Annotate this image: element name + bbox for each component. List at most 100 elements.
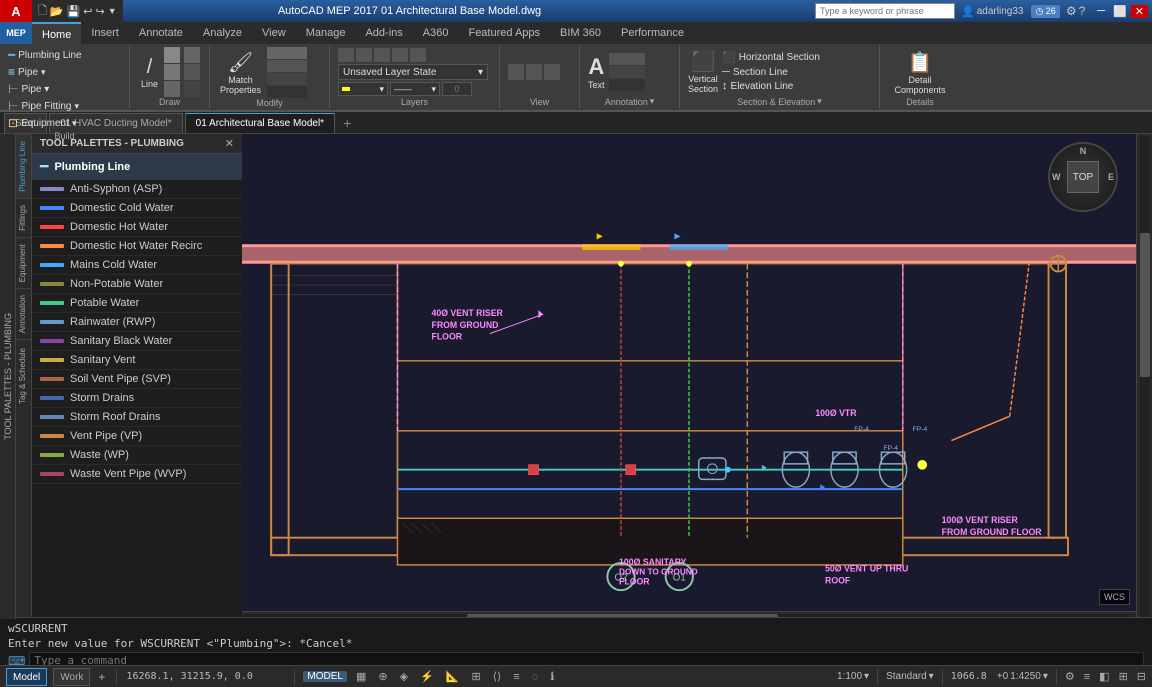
- view-btn1[interactable]: [508, 64, 524, 80]
- view-btn3[interactable]: [544, 64, 560, 80]
- mod-opt3[interactable]: [267, 73, 307, 85]
- palette-item[interactable]: Storm Roof Drains: [32, 408, 242, 427]
- work-tab[interactable]: Work: [53, 668, 90, 686]
- close-btn[interactable]: ✕: [1131, 5, 1148, 18]
- grid-btn[interactable]: ▦: [353, 670, 369, 683]
- palette-tab-annotation[interactable]: Annotation: [16, 288, 31, 339]
- model-tab[interactable]: Model: [6, 668, 47, 686]
- palette-item[interactable]: Non-Potable Water: [32, 275, 242, 294]
- annotation-scale-dropdown[interactable]: +0 1:4250▾: [997, 671, 1048, 682]
- ortho-btn[interactable]: ◈: [397, 670, 411, 683]
- mod-opt2[interactable]: [267, 60, 307, 72]
- minimize-btn[interactable]: ─: [1093, 5, 1109, 17]
- layer-combo2[interactable]: ▾: [338, 82, 388, 96]
- palette-item[interactable]: Mains Cold Water: [32, 256, 242, 275]
- model-space-btn[interactable]: MODEL: [303, 671, 347, 682]
- transparency-btn[interactable]: ◌: [529, 671, 542, 683]
- new-btn[interactable]: 🗋: [38, 2, 47, 21]
- detail-components-btn[interactable]: 📋 Detail Components: [894, 50, 945, 95]
- palette-item[interactable]: Domestic Hot Water Recirc: [32, 237, 242, 256]
- dyn-input-btn[interactable]: ⟨⟩: [490, 670, 505, 683]
- palette-item[interactable]: Waste (WP): [32, 446, 242, 465]
- palette-item[interactable]: Soil Vent Pipe (SVP): [32, 370, 242, 389]
- layer-btn4[interactable]: [392, 48, 408, 62]
- save-btn[interactable]: 💾: [67, 5, 81, 18]
- ribbon-tab-insert[interactable]: Insert: [81, 22, 129, 44]
- layer-combo3[interactable]: ——▾: [390, 82, 440, 96]
- palette-tab-equipment[interactable]: Equipment: [16, 237, 31, 288]
- ribbon-tab-featured[interactable]: Featured Apps: [458, 22, 550, 44]
- line-btn[interactable]: / Line: [139, 54, 160, 91]
- search-input[interactable]: [820, 6, 950, 16]
- pipe-fitting-btn[interactable]: ⊢ Pipe Fitting ▾: [6, 98, 123, 114]
- scale-dropdown[interactable]: 1:100▾: [837, 671, 869, 682]
- qa-dropdown[interactable]: ▼: [108, 6, 117, 16]
- section-elevation-dropdown-btn[interactable]: Section & Elevation ▾: [688, 96, 871, 107]
- redo-btn[interactable]: ↪: [95, 5, 104, 18]
- layer-btn3[interactable]: [374, 48, 390, 62]
- maximize-btn[interactable]: ⊞: [1119, 670, 1128, 683]
- palette-item[interactable]: Sanitary Vent: [32, 351, 242, 370]
- pipe-btn[interactable]: ≡ Pipe ▾: [6, 64, 123, 80]
- ann-opt1[interactable]: [609, 53, 645, 65]
- osnap-btn[interactable]: 📐: [443, 670, 463, 683]
- ann-opt3[interactable]: [609, 79, 645, 91]
- ribbon-tab-home[interactable]: Home: [32, 22, 81, 44]
- open-btn[interactable]: 📂: [50, 5, 64, 18]
- palette-tab-tag-schedule[interactable]: Tag & Schedule: [16, 339, 31, 412]
- draw-shapes-btn[interactable]: [164, 47, 180, 63]
- palette-tab-plumbing-line[interactable]: Plumbing Line: [16, 134, 31, 198]
- minimize-viewport-btn[interactable]: ⊟: [1137, 670, 1146, 683]
- ribbon-tab-performance[interactable]: Performance: [611, 22, 694, 44]
- match-props-btn[interactable]: 🖌 Match Properties: [218, 48, 263, 97]
- elevation-line-btn[interactable]: ↕ Elevation Line: [722, 80, 820, 92]
- layer-combo4[interactable]: 0: [442, 82, 472, 96]
- ribbon-tab-a360[interactable]: A360: [413, 22, 459, 44]
- new-tab-btn[interactable]: +: [337, 113, 357, 133]
- palette-item-plumbing-line-header[interactable]: ━ Plumbing Line: [32, 154, 242, 180]
- layout-btn[interactable]: ◧: [1099, 670, 1109, 683]
- ui-options-btn[interactable]: ≡: [1084, 671, 1090, 683]
- palette-close-btn[interactable]: ✕: [225, 137, 234, 150]
- ribbon-tab-view[interactable]: View: [252, 22, 296, 44]
- ribbon-tab-manage[interactable]: Manage: [296, 22, 356, 44]
- help-icon[interactable]: ?: [1079, 4, 1086, 18]
- search-box[interactable]: [815, 3, 955, 19]
- doc-tab-arch[interactable]: 01 Architectural Base Model*: [185, 113, 335, 133]
- layer-btn5[interactable]: [410, 48, 426, 62]
- draw-shapes3-btn[interactable]: [164, 81, 180, 97]
- app-button[interactable]: A: [0, 0, 32, 22]
- top-view-btn[interactable]: TOP: [1067, 161, 1099, 193]
- draw-opt3[interactable]: [184, 81, 200, 97]
- drawing-area[interactable]: O2 O1 40Ø VENT: [242, 134, 1136, 611]
- workspace-btn[interactable]: ⚙: [1065, 670, 1075, 683]
- palette-item[interactable]: Domestic Hot Water: [32, 218, 242, 237]
- palette-item[interactable]: Potable Water: [32, 294, 242, 313]
- palette-item[interactable]: Sanitary Black Water: [32, 332, 242, 351]
- mod-opt1[interactable]: [267, 47, 307, 59]
- draw-opt2[interactable]: [184, 64, 200, 80]
- annotation-dropdown-btn[interactable]: Annotation ▾: [588, 96, 671, 107]
- text-btn[interactable]: A Text: [588, 54, 605, 90]
- tool-palette-side-label[interactable]: TOOL PALETTES - PLUMBING: [0, 134, 16, 619]
- palette-item[interactable]: Storm Drains: [32, 389, 242, 408]
- layer-state-dropdown[interactable]: Unsaved Layer State ▾: [338, 64, 488, 80]
- lineweight-btn[interactable]: ≡: [510, 671, 522, 683]
- quickprop-btn[interactable]: ℹ: [547, 670, 557, 683]
- restore-btn[interactable]: ⬜: [1109, 5, 1131, 18]
- v-scrollbar[interactable]: [1140, 136, 1150, 619]
- palette-item[interactable]: Rainwater (RWP): [32, 313, 242, 332]
- ribbon-tab-bim360[interactable]: BIM 360: [550, 22, 611, 44]
- plumbing-line-btn[interactable]: ━ Plumbing Line: [6, 47, 123, 63]
- settings-icon[interactable]: ⚙: [1066, 4, 1077, 18]
- section-line-btn[interactable]: ─ Section Line: [722, 66, 820, 78]
- palette-item[interactable]: Vent Pipe (VP): [32, 427, 242, 446]
- plumbing-fitting-btn[interactable]: ⊢ Pipe ▾: [6, 81, 123, 97]
- palette-item[interactable]: Domestic Cold Water: [32, 199, 242, 218]
- 3d-osnap-btn[interactable]: ⊞: [468, 670, 483, 683]
- vertical-section-btn[interactable]: ⬛ Vertical Section: [688, 49, 718, 94]
- layer-btn2[interactable]: [356, 48, 372, 62]
- draw-shapes2-btn[interactable]: [164, 64, 180, 80]
- palette-item[interactable]: Waste Vent Pipe (WVP): [32, 465, 242, 484]
- snap-btn[interactable]: ⊕: [375, 670, 390, 683]
